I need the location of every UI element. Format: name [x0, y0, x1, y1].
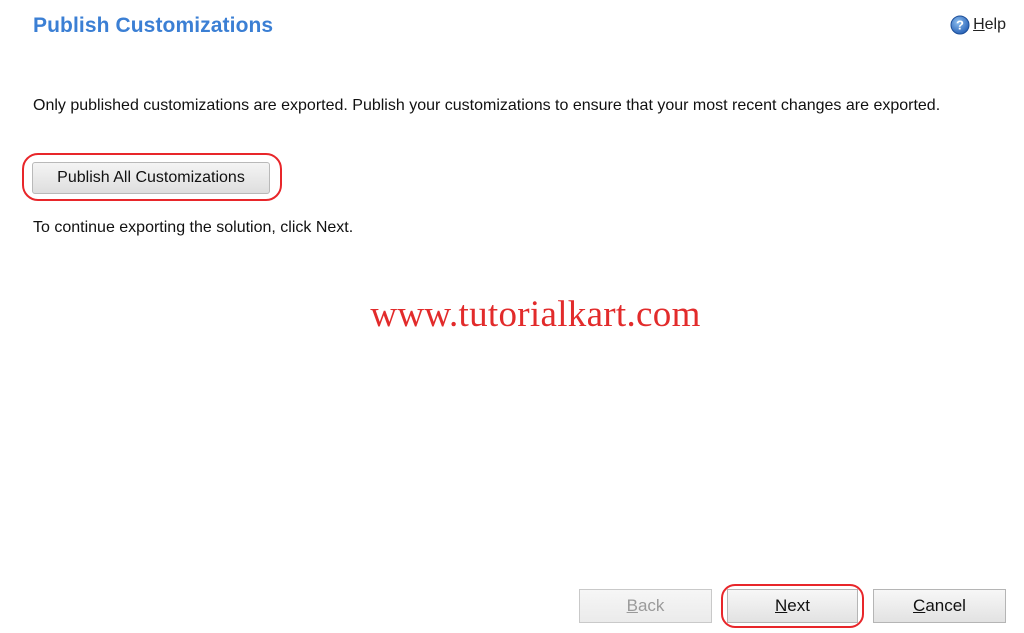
cancel-button[interactable]: Cancel — [873, 589, 1006, 623]
back-button[interactable]: Back — [579, 589, 712, 623]
watermark-text: www.tutorialkart.com — [370, 294, 701, 335]
page-title: Publish Customizations — [33, 14, 274, 37]
publish-customizations-page: Publish Customizations ? Help Only publi… — [0, 0, 1024, 633]
publish-all-customizations-button[interactable]: Publish All Customizations — [32, 162, 270, 194]
help-question-icon: ? — [950, 15, 970, 35]
next-button[interactable]: Next — [727, 589, 858, 623]
help-link[interactable]: ? Help — [950, 15, 1006, 35]
svg-text:?: ? — [956, 18, 964, 33]
help-label: Help — [973, 16, 1006, 33]
intro-text: Only published customizations are export… — [33, 97, 941, 114]
continue-instruction: To continue exporting the solution, clic… — [33, 219, 354, 236]
